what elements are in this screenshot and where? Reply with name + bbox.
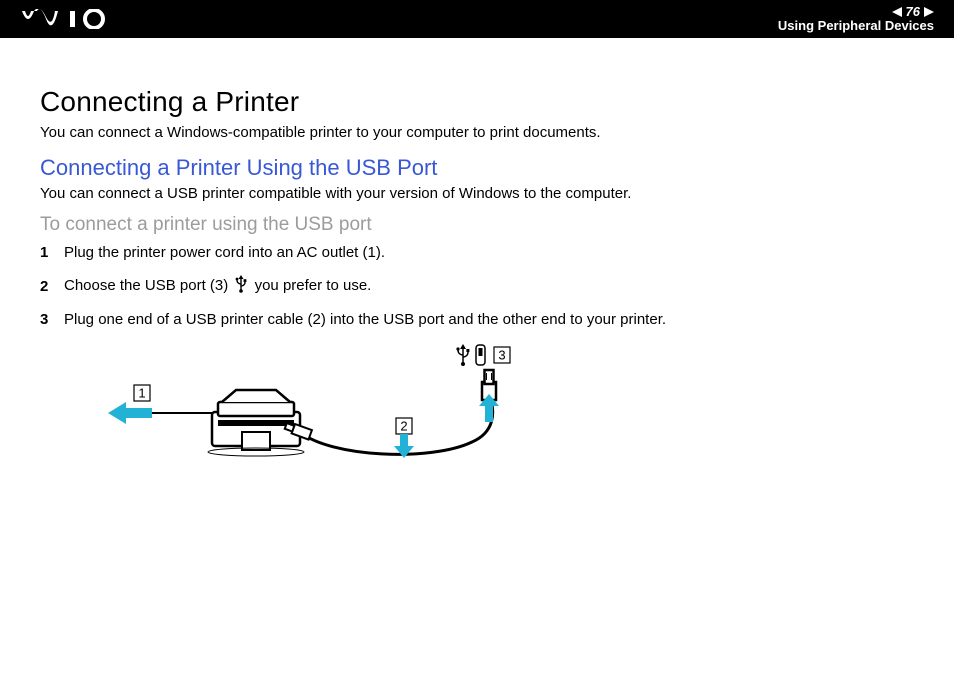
callout-3: 3 [498,348,505,363]
header-bar: 76 Using Peripheral Devices [0,0,954,38]
section-intro: You can connect a USB printer compatible… [40,185,918,202]
page-intro: You can connect a Windows-compatible pri… [40,124,918,141]
page-title: Connecting a Printer [40,86,918,118]
page-content: Connecting a Printer You can connect a W… [0,38,954,487]
page-number: 76 [906,5,920,19]
next-page-icon[interactable] [924,7,934,17]
printer-diagram: 3 1 [100,342,918,487]
steps-list: Plug the printer power cord into an AC o… [40,244,918,328]
section-name: Using Peripheral Devices [778,19,934,33]
section-heading-blue: Connecting a Printer Using the USB Port [40,155,918,181]
step-text: Plug one end of a USB printer cable (2) … [64,311,666,328]
step-text: Choose the USB port (3) [64,275,371,297]
vaio-logo [22,9,118,29]
usb-icon [234,275,248,297]
pager: 76 [892,5,934,19]
callout-1: 1 [138,386,145,401]
step-item: Plug one end of a USB printer cable (2) … [40,311,918,328]
prev-page-icon[interactable] [892,7,902,17]
section-heading-grey: To connect a printer using the USB port [40,214,918,236]
step-item: Choose the USB port (3) [40,275,918,297]
callout-2: 2 [400,419,407,434]
step-text: Plug the printer power cord into an AC o… [64,244,385,261]
step-item: Plug the printer power cord into an AC o… [40,244,918,261]
